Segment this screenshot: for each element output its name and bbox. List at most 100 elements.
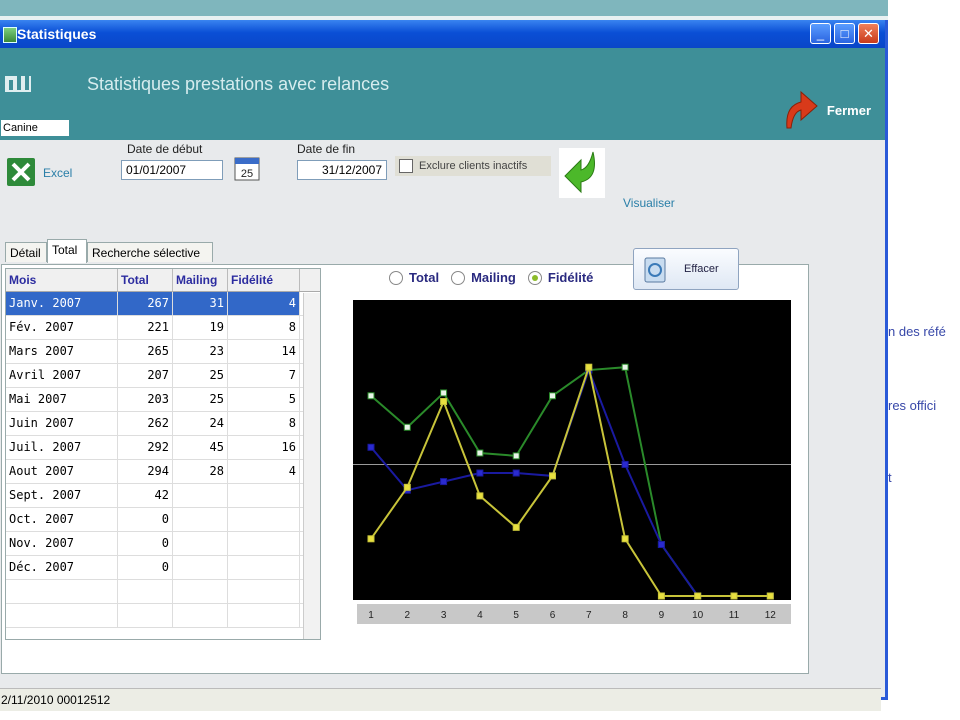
table-cell: Sept. 2007 [6,484,118,507]
col-mailing[interactable]: Mailing [173,269,228,291]
series-point-1-4 [512,469,520,477]
table-row[interactable]: Avril 2007 207 25 7 [6,364,320,388]
maximize-button[interactable]: □ [834,23,855,44]
table-row[interactable]: Sept. 2007 42 [6,484,320,508]
x-tick-label: 3 [441,610,447,621]
header-banner: Statistiques prestations avec relances C… [0,48,885,140]
table-cell: 8 [228,316,300,339]
table-cell: 28 [173,460,228,483]
series-point-2-4 [512,523,520,531]
close-arrow-icon [786,90,818,129]
radio-mailing[interactable]: Mailing [451,270,516,285]
x-tick-label: 2 [405,610,411,621]
table-row[interactable]: Mars 2007 265 23 14 [6,340,320,364]
chart-plot-area [353,300,791,600]
series-point-1-2 [440,478,448,486]
desktop-background-window: n des réfé res offici t [888,0,960,720]
series-point-0-2 [440,389,448,397]
col-total[interactable]: Total [118,269,173,291]
recycle-bin-icon [644,257,666,283]
close-button[interactable]: ✕ [858,23,879,44]
stats-logo-icon [5,70,31,92]
excel-label[interactable]: Excel [43,166,72,180]
window-title: Statistiques [17,26,97,42]
table-row[interactable]: Nov. 2007 0 [6,532,320,556]
table-row[interactable]: Juin 2007 262 24 8 [6,412,320,436]
visualize-arrow-icon[interactable] [559,148,605,198]
table-cell: 265 [118,340,173,363]
effacer-button[interactable]: Effacer [633,248,739,290]
title-bar[interactable]: Statistiques _ □ ✕ [0,20,885,48]
table-cell: Mars 2007 [6,340,118,363]
statistiques-window: Statistiques _ □ ✕ Statistiques prestati… [0,20,888,711]
radio-mailing-dot [451,270,466,285]
table-cell [228,484,300,507]
tab-detail[interactable]: Détail [5,242,47,262]
series-point-1-0 [367,443,375,451]
table-cell: 262 [118,412,173,435]
excel-icon[interactable] [3,154,39,190]
series-point-2-0 [367,535,375,543]
fermer-button[interactable]: Fermer [781,88,871,132]
series-point-2-11 [766,592,774,600]
background-text-2: res offici [888,398,937,413]
visualize-label[interactable]: Visualiser [623,196,675,210]
end-date-label: Date de fin [297,142,356,156]
background-text-1: n des réfé [888,324,946,339]
table-cell: 294 [118,460,173,483]
series-point-0-7 [621,363,629,371]
table-cell: 25 [173,388,228,411]
x-tick-label: 11 [729,610,740,621]
table-cell: Nov. 2007 [6,532,118,555]
tab-recherche-selective[interactable]: Recherche sélective [87,242,213,262]
series-radio-group: Total Mailing Fidélité [389,270,605,285]
table-cell [173,556,228,579]
table-cell: 203 [118,388,173,411]
stats-table: Mois Total Mailing Fidélité Janv. 2007 26… [5,268,321,640]
radio-fidelite[interactable]: Fidélité [527,270,593,285]
table-row[interactable]: Déc. 2007 0 [6,556,320,580]
radio-total-label: Total [409,270,440,285]
table-cell: Mai 2007 [6,388,118,411]
table-cell: 292 [118,436,173,459]
col-fidelite[interactable]: Fidélité [228,269,300,291]
tab-total[interactable]: Total [47,239,87,263]
exclude-inactive-label: Exclure clients inactifs [419,160,528,172]
exclude-inactive-checkbox[interactable]: Exclure clients inactifs [395,156,551,176]
col-mois[interactable]: Mois [6,269,118,291]
table-cell: 23 [173,340,228,363]
table-row[interactable]: Juil. 2007 292 45 16 [6,436,320,460]
chart-x-axis-bar [357,604,791,624]
series-point-2-6 [585,363,593,371]
series-point-0-4 [512,452,520,460]
table-row[interactable]: Aout 2007 294 28 4 [6,460,320,484]
table-cell: Aout 2007 [6,460,118,483]
x-tick-label: 1 [368,610,374,621]
table-cell: 207 [118,364,173,387]
radio-total[interactable]: Total [389,270,439,285]
background-text-3: t [888,470,892,485]
minimize-button[interactable]: _ [810,23,831,44]
table-cell: 14 [228,340,300,363]
table-cell: Juin 2007 [6,412,118,435]
table-cell [173,484,228,507]
species-combo[interactable]: Canine [1,120,69,136]
table-row[interactable]: Fév. 2007 221 19 8 [6,316,320,340]
series-point-2-8 [657,592,665,600]
table-cell: 8 [228,412,300,435]
end-date-input[interactable] [297,160,387,180]
start-date-input[interactable] [121,160,223,180]
table-row[interactable]: Oct. 2007 0 [6,508,320,532]
table-cell: Fév. 2007 [6,316,118,339]
x-tick-label: 4 [477,610,483,621]
start-date-label: Date de début [127,142,203,156]
table-row[interactable]: Janv. 2007 267 31 4 [6,292,320,316]
x-tick-label: 10 [692,610,704,621]
table-cell [228,556,300,579]
table-cell: 267 [118,292,173,315]
table-scrollbar[interactable] [303,293,320,639]
toolbar: Excel Date de début 25 Date de fin Exclu… [0,140,885,230]
x-tick-label: 6 [550,610,556,621]
calendar-icon[interactable]: 25 [233,154,263,184]
table-row[interactable]: Mai 2007 203 25 5 [6,388,320,412]
